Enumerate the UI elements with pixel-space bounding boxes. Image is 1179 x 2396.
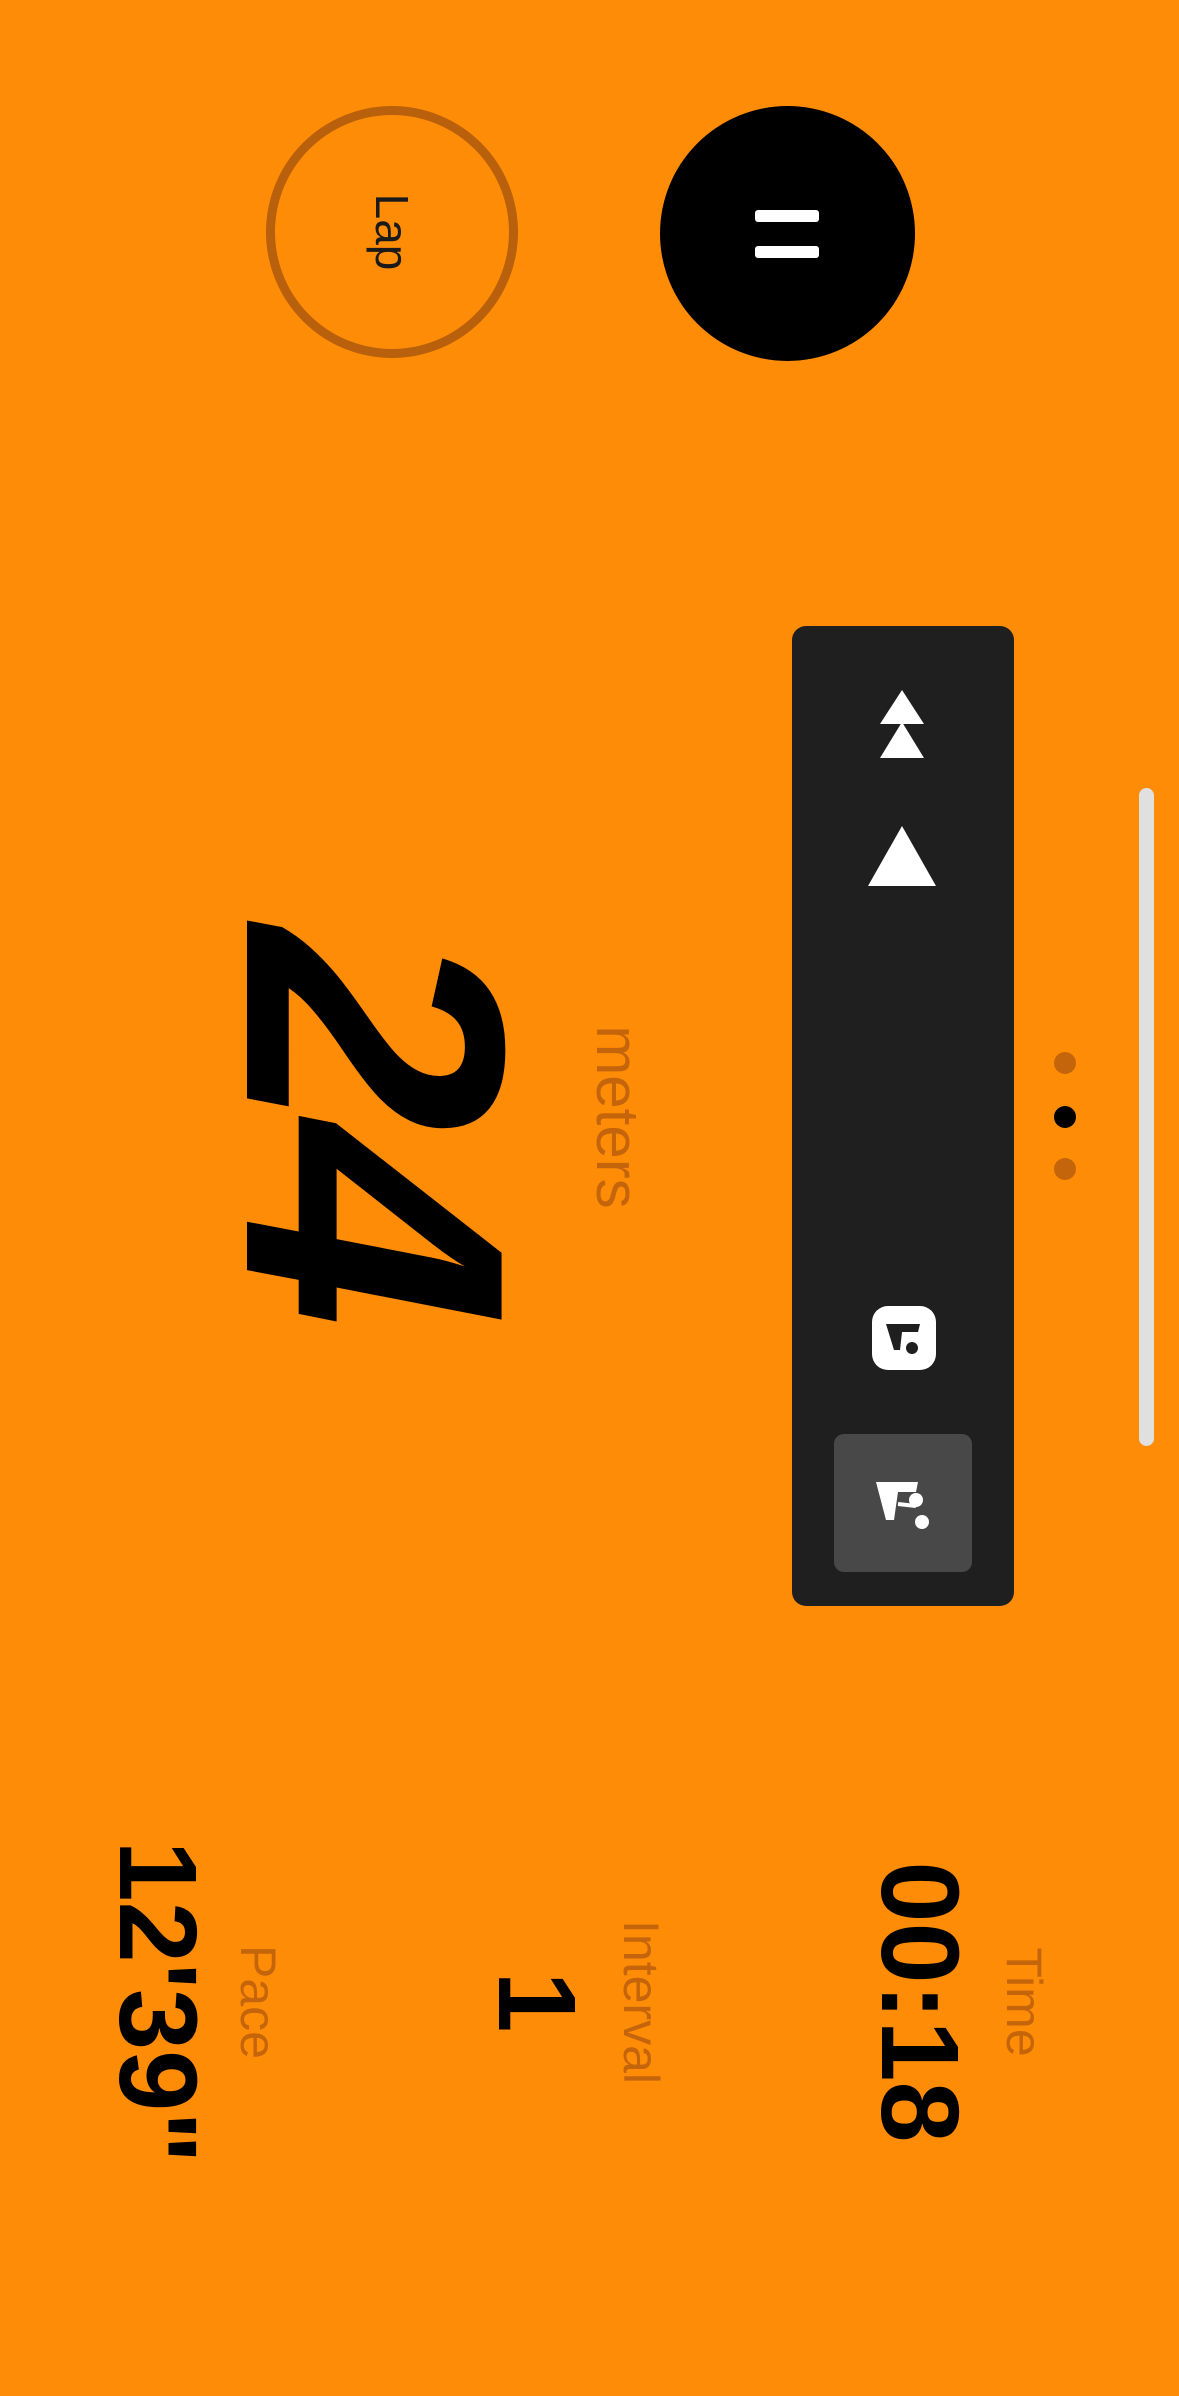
route-option-selected[interactable] (834, 1434, 972, 1572)
distance-unit: meters (584, 1025, 651, 1209)
interval-value: 1 (475, 1971, 598, 2033)
scroll-indicator[interactable] (1139, 788, 1154, 1446)
up-arrow-icon[interactable] (864, 822, 940, 897)
lap-button-label: Lap (366, 193, 418, 271)
time-value: 00:18 (858, 1861, 981, 2143)
workout-screen: Lap 24 meters 12'39" Pace 1 Interval 00:… (0, 0, 1179, 2396)
page-dot[interactable] (1054, 1158, 1076, 1180)
route-icon (872, 1476, 936, 1537)
page-dot-active[interactable] (1054, 1106, 1076, 1128)
pause-button[interactable] (660, 106, 915, 361)
metric-panel (792, 626, 1014, 1606)
time-label: Time (996, 1947, 1052, 2057)
route-card-icon[interactable] (870, 1304, 938, 1377)
interval-label: Interval (613, 1920, 669, 2084)
double-up-arrow-icon[interactable] (872, 686, 932, 771)
pace-label: Pace (230, 1945, 286, 2059)
distance-value: 24 (168, 926, 581, 1318)
pace-value: 12'39" (96, 1840, 219, 2164)
page-dot[interactable] (1054, 1052, 1076, 1074)
